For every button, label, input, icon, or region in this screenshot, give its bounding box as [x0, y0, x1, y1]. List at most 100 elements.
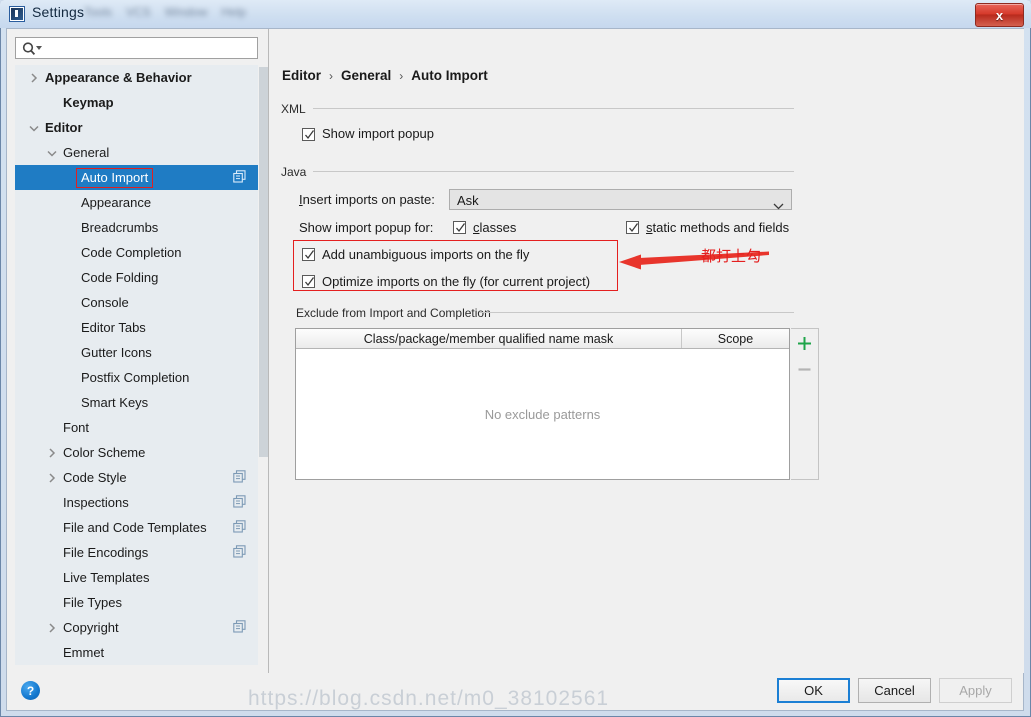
sidebar-item-label: Editor Tabs: [81, 320, 146, 335]
chevron-right-icon[interactable]: [27, 71, 41, 85]
sidebar-item-label: Font: [63, 420, 90, 435]
chevron-right-icon[interactable]: [45, 621, 59, 635]
classes-checkbox[interactable]: [453, 221, 466, 234]
sidebar-item-gutter-icons[interactable]: Gutter Icons: [15, 340, 258, 365]
table-header-row: Class/package/member qualified name mask…: [296, 329, 789, 349]
ok-button[interactable]: OK: [777, 678, 850, 703]
ghost-menu-item: Help: [221, 5, 247, 19]
sidebar-item-label: General: [63, 145, 110, 160]
sidebar-item-breadcrumbs[interactable]: Breadcrumbs: [15, 215, 258, 240]
sidebar-item-postfix-completion[interactable]: Postfix Completion: [15, 365, 258, 390]
sidebar-item-code-style[interactable]: Code Style: [15, 465, 258, 490]
exclude-patterns-table[interactable]: Class/package/member qualified name mask…: [295, 328, 790, 480]
sidebar-item-label: File Types: [63, 595, 123, 610]
sidebar-item-file-types[interactable]: File Types: [15, 590, 258, 615]
chevron-down-icon[interactable]: [27, 121, 41, 135]
sidebar-item-auto-import[interactable]: Auto Import: [15, 165, 258, 190]
cancel-button[interactable]: Cancel: [858, 678, 931, 703]
sidebar-item-file-and-code-templates[interactable]: File and Code Templates: [15, 515, 258, 540]
optimize-imports-label[interactable]: Optimize imports on the fly (for current…: [322, 274, 590, 289]
breadcrumb-item-auto-import[interactable]: Auto Import: [411, 68, 488, 83]
insert-imports-label: Insert imports on paste:: [299, 192, 435, 207]
sidebar-item-copyright[interactable]: Copyright: [15, 615, 258, 640]
sidebar-item-label: Code Completion: [81, 245, 182, 260]
project-scope-icon: [233, 470, 246, 483]
group-label-xml: XML: [281, 102, 306, 116]
sidebar-item-label: Emmet: [63, 645, 105, 660]
remove-pattern-button[interactable]: [793, 358, 816, 381]
table-header-scope[interactable]: Scope: [682, 329, 789, 348]
optimize-imports-checkbox[interactable]: [302, 275, 315, 288]
sidebar-item-live-templates[interactable]: Live Templates: [15, 565, 258, 590]
sidebar-item-color-scheme[interactable]: Color Scheme: [15, 440, 258, 465]
sidebar-item-label: Keymap: [63, 95, 114, 110]
sidebar-item-label: Postfix Completion: [81, 370, 190, 385]
chevron-down-icon[interactable]: [45, 146, 59, 160]
sidebar-item-label: Code Folding: [81, 270, 159, 285]
sidebar-item-label: Appearance & Behavior: [45, 70, 192, 85]
sidebar-item-font[interactable]: Font: [15, 415, 258, 440]
ghost-menu-item: VCS: [126, 5, 151, 19]
sidebar-item-editor[interactable]: Editor: [15, 115, 258, 140]
sidebar-item-appearance-behavior[interactable]: Appearance & Behavior: [15, 65, 258, 90]
sidebar-item-label: Code Style: [63, 470, 127, 485]
sidebar-item-code-completion[interactable]: Code Completion: [15, 240, 258, 265]
static-methods-label[interactable]: static methods and fields: [646, 220, 789, 235]
chevron-down-icon: [773, 197, 784, 215]
sidebar-item-label: Appearance: [81, 195, 152, 210]
group-label-java: Java: [281, 165, 307, 179]
group-rule-exclude: [479, 312, 794, 313]
sidebar-item-code-folding[interactable]: Code Folding: [15, 265, 258, 290]
window-title: Settings: [32, 4, 85, 20]
sidebar-item-label: Live Templates: [63, 570, 150, 585]
dialog-body: Appearance & Behavior Keymap Editor General…: [6, 28, 1024, 673]
settings-tree[interactable]: Appearance & Behavior Keymap Editor General…: [15, 65, 258, 665]
search-input[interactable]: [44, 40, 253, 58]
chevron-right-icon[interactable]: [45, 446, 59, 460]
sidebar-item-inspections[interactable]: Inspections: [15, 490, 258, 515]
project-scope-icon: [233, 620, 246, 633]
sidebar-item-keymap[interactable]: Keymap: [15, 90, 258, 115]
breadcrumb-item-editor[interactable]: Editor: [282, 68, 321, 83]
table-header-name-mask[interactable]: Class/package/member qualified name mask: [296, 329, 682, 348]
insert-imports-label-rest: nsert imports on paste:: [302, 192, 435, 207]
insert-imports-combobox[interactable]: Ask: [449, 189, 792, 210]
sidebar-item-console[interactable]: Console: [15, 290, 258, 315]
sidebar-item-emmet[interactable]: Emmet: [15, 640, 258, 665]
project-scope-icon: [233, 170, 246, 183]
project-scope-icon: [233, 520, 246, 533]
add-unambiguous-label[interactable]: Add unambiguous imports on the fly: [322, 247, 529, 262]
breadcrumb-item-general[interactable]: General: [341, 68, 391, 83]
sidebar-item-appearance[interactable]: Appearance: [15, 190, 258, 215]
group-rule-xml: [313, 108, 794, 109]
ghosted-menu-bar: Tools VCS Window Help: [84, 5, 299, 23]
tree-scrollbar-thumb[interactable]: [259, 67, 268, 457]
sidebar-item-editor-tabs[interactable]: Editor Tabs: [15, 315, 258, 340]
classes-label[interactable]: classes: [473, 220, 516, 235]
project-scope-icon: [233, 495, 246, 508]
show-import-popup-label[interactable]: Show import popup: [322, 126, 434, 141]
close-icon: x: [995, 7, 1004, 23]
insert-imports-value: Ask: [457, 193, 479, 208]
add-unambiguous-checkbox[interactable]: [302, 248, 315, 261]
sidebar-item-label: Editor: [45, 120, 83, 135]
project-scope-icon: [233, 545, 246, 558]
settings-search-box[interactable]: [15, 37, 258, 59]
help-button[interactable]: ?: [21, 681, 40, 700]
chevron-right-icon: ›: [329, 68, 333, 83]
search-icon: [21, 41, 43, 57]
tree-scrollbar-track[interactable]: [258, 65, 268, 665]
sidebar-item-label: Smart Keys: [81, 395, 149, 410]
static-methods-checkbox[interactable]: [626, 221, 639, 234]
show-import-popup-checkbox[interactable]: [302, 128, 315, 141]
chevron-right-icon[interactable]: [45, 471, 59, 485]
dialog-footer: ? OK Cancel Apply: [6, 673, 1024, 711]
sidebar-item-general[interactable]: General: [15, 140, 258, 165]
settings-dialog: Settings Tools VCS Window Help x Appearance…: [0, 0, 1031, 717]
sidebar-item-file-encodings[interactable]: File Encodings: [15, 540, 258, 565]
sidebar-item-smart-keys[interactable]: Smart Keys: [15, 390, 258, 415]
show-import-popup-for-label: Show import popup for:: [299, 220, 434, 235]
title-bar: Settings Tools VCS Window Help x: [0, 0, 1031, 28]
close-button[interactable]: x: [975, 3, 1024, 27]
add-pattern-button[interactable]: [793, 332, 816, 355]
